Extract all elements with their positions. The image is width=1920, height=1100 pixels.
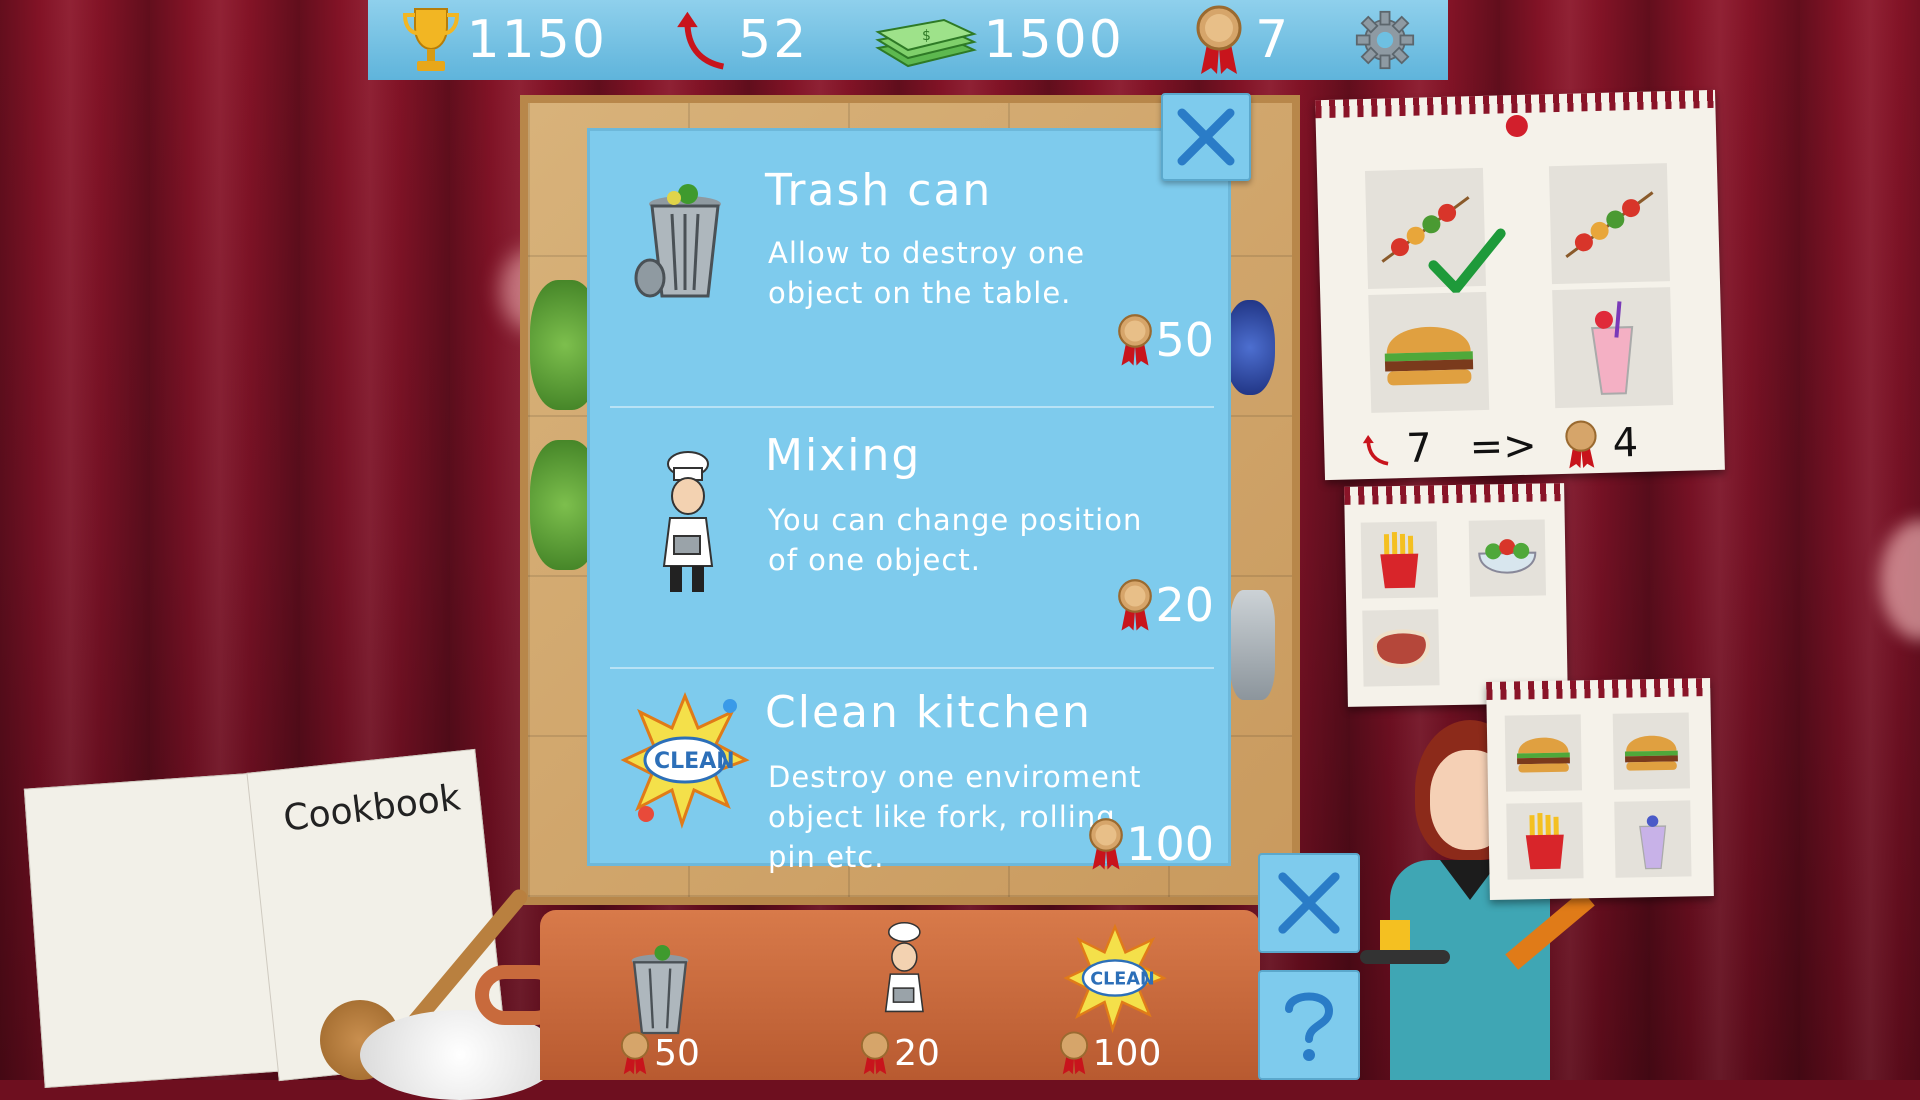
chef-icon: [620, 448, 750, 598]
powerup-item-clean-kitchen[interactable]: CLEAN Clean kitchen Destroy one envirome…: [610, 667, 1214, 874]
order-note-third: [1486, 678, 1714, 900]
moves-value: 52: [738, 10, 809, 70]
money-counter: $ 1500: [874, 5, 1124, 75]
help-button[interactable]: [1258, 970, 1360, 1080]
order-food-burger: [1504, 714, 1583, 792]
cookbook-page-left[interactable]: [23, 771, 285, 1089]
order-food-fries: [1360, 521, 1439, 599]
item-title: Mixing: [765, 430, 922, 481]
tool-mixing[interactable]: 20: [825, 910, 975, 1080]
order-note-side: [1344, 483, 1568, 707]
clean-burst-icon: CLEAN: [1063, 923, 1167, 1034]
item-description-line: Destroy one enviroment: [768, 760, 1142, 794]
tool-cost: 20: [825, 1030, 975, 1076]
trash-can-icon: [631, 945, 689, 1035]
item-title: Clean kitchen: [765, 687, 1092, 738]
settings-button[interactable]: [1355, 5, 1415, 75]
tool-cost: 50: [585, 1030, 735, 1076]
medal-icon: [1059, 1031, 1088, 1075]
cash-stack-icon: $: [874, 5, 978, 75]
item-cost: 20: [1117, 578, 1214, 632]
medal-counter: 7: [1189, 5, 1290, 75]
utensil-piece: [1230, 590, 1275, 700]
order-note-main: 7 => 4: [1315, 89, 1725, 481]
medal-icon: [1118, 579, 1153, 631]
curved-arrow-icon: [1362, 434, 1389, 466]
item-cost-value: 100: [1126, 817, 1214, 871]
medal-value: 7: [1255, 10, 1291, 70]
item-description-line: You can change position: [768, 503, 1143, 537]
order-arrow: =>: [1469, 422, 1538, 471]
tool-cost-value: 50: [654, 1032, 700, 1074]
gear-icon[interactable]: [1355, 5, 1415, 75]
tool-clean-kitchen[interactable]: CLEAN 100: [1035, 910, 1185, 1080]
svg-text:CLEAN: CLEAN: [1090, 969, 1154, 989]
money-value: 1500: [983, 10, 1124, 70]
order-food-salad: [1468, 519, 1547, 597]
item-description-line: Allow to destroy one: [768, 236, 1086, 270]
order-reward-formula: 7 => 4: [1360, 418, 1639, 475]
powerup-shop-panel: Trash can Allow to destroy one object on…: [587, 128, 1231, 874]
close-icon[interactable]: [1174, 105, 1238, 169]
clean-burst-icon: CLEAN: [620, 685, 750, 835]
cancel-button[interactable]: [1258, 853, 1360, 953]
order-food-burger: [1368, 291, 1490, 413]
pin-icon: [1505, 114, 1529, 138]
order-food-skewer: [1548, 163, 1670, 285]
trash-can-icon: [620, 165, 750, 315]
medal-icon: [1089, 818, 1124, 870]
item-cost: 50: [1117, 313, 1214, 367]
order-moves-value: 7: [1405, 425, 1433, 473]
powerup-item-mixing[interactable]: Mixing You can change position of one ob…: [610, 406, 1214, 666]
blueberry-piece: [1225, 300, 1275, 395]
svg-text:$: $: [922, 28, 933, 44]
item-cost-value: 20: [1155, 578, 1214, 632]
item-description: Allow to destroy one object on the table…: [768, 233, 1188, 313]
medal-icon: [1565, 420, 1598, 469]
medal-icon: [1118, 314, 1153, 366]
item-description: You can change position of one object.: [768, 500, 1188, 580]
order-food-burger: [1612, 712, 1691, 790]
tool-cost-value: 100: [1092, 1032, 1162, 1074]
order-reward-value: 4: [1612, 419, 1639, 467]
medal-icon: [861, 1031, 890, 1075]
order-food-milkshake: [1614, 800, 1692, 878]
order-food-fries: [1506, 802, 1584, 880]
order-food-milkshake: [1552, 287, 1674, 409]
question-mark-icon[interactable]: [1279, 985, 1339, 1065]
medal-icon: [1189, 5, 1249, 75]
checkmark-icon: [1428, 228, 1506, 297]
trophy-score: 1150: [401, 5, 607, 75]
close-modal-button[interactable]: [1161, 93, 1251, 181]
trophy-icon: [401, 5, 461, 75]
tool-trash-can[interactable]: 50: [585, 910, 735, 1080]
item-description-line: of one object.: [768, 543, 981, 577]
item-description-line: object on the table.: [768, 276, 1072, 310]
powerup-item-trash-can[interactable]: Trash can Allow to destroy one object on…: [610, 145, 1214, 405]
tool-cost: 100: [1035, 1030, 1185, 1076]
moves-counter: 52: [672, 5, 808, 75]
medal-icon: [621, 1031, 650, 1075]
item-title: Trash can: [765, 165, 993, 216]
svg-text:CLEAN: CLEAN: [654, 749, 735, 774]
item-cost-value: 50: [1155, 313, 1214, 367]
tool-cost-value: 20: [894, 1032, 940, 1074]
curved-arrow-icon: [672, 5, 732, 75]
item-cost: 100: [1088, 817, 1214, 871]
chef-icon: [884, 922, 924, 1013]
trophy-value: 1150: [466, 10, 607, 70]
close-icon[interactable]: [1274, 868, 1344, 938]
top-hud-bar: 1150 52 $ 1500 7: [368, 0, 1448, 80]
order-food-steak: [1362, 609, 1440, 687]
